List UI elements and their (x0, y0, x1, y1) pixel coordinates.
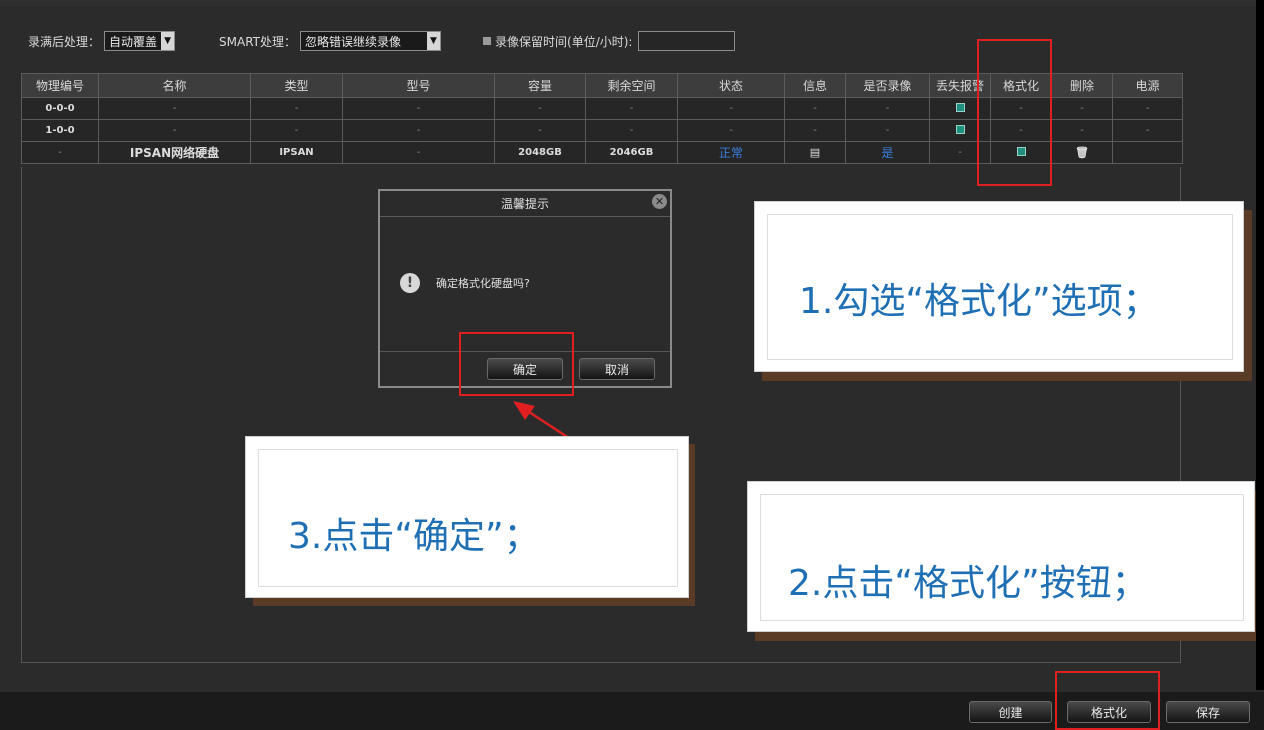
dialog-title: 温馨提示 (380, 191, 670, 217)
retain-checkbox[interactable] (483, 37, 492, 45)
col-physical-id: 物理编号 (21, 73, 99, 98)
cell-delete: - (1051, 97, 1113, 120)
cell-recording: - (845, 119, 930, 142)
cell-status: 正常 (677, 141, 785, 164)
cell-status: - (677, 97, 785, 120)
callout-text: 2.点击“格式化”按钮； (788, 563, 1148, 604)
col-name: 名称 (98, 73, 251, 98)
cell-delete: - (1051, 119, 1113, 142)
loss-alarm-checkbox[interactable] (955, 124, 965, 134)
cell-info[interactable]: ▤ (784, 141, 846, 164)
cell-type: IPSAN (250, 141, 343, 164)
dialog-message: 确定格式化硬盘吗? (436, 277, 530, 290)
col-model: 型号 (342, 73, 495, 98)
chevron-down-icon[interactable]: ▼ (161, 32, 175, 50)
cell-id: - (21, 141, 99, 164)
cell-name: - (98, 97, 251, 120)
cell-id: 1-0-0 (21, 119, 99, 142)
loss-alarm-checkbox[interactable] (955, 102, 965, 112)
col-power: 电源 (1112, 73, 1183, 98)
cell-id: 0-0-0 (21, 97, 99, 120)
create-button[interactable]: 创建 (969, 701, 1052, 723)
smart-label: SMART处理： (219, 34, 297, 49)
cell-power (1112, 141, 1183, 164)
chevron-down-icon[interactable]: ▼ (427, 32, 441, 50)
col-type: 类型 (250, 73, 343, 98)
file-icon[interactable]: ▤ (810, 146, 820, 159)
cell-info: - (784, 97, 846, 120)
save-button[interactable]: 保存 (1166, 701, 1250, 723)
settings-toolbar: 录满后处理： 自动覆盖 ▼ SMART处理： 忽略错误继续录像 ▼ 录像保留时间… (28, 30, 736, 52)
cell-type: - (250, 119, 343, 142)
retain-hours-input[interactable] (638, 31, 736, 51)
callout-text: 3.点击“确定”； (288, 516, 540, 557)
col-recording: 是否录像 (845, 73, 930, 98)
cell-free: - (585, 119, 678, 142)
trash-icon[interactable]: 🗑 (1075, 146, 1089, 159)
cell-capacity: 2048GB (494, 141, 586, 164)
cell-name: IPSAN网络硬盘 (98, 141, 251, 164)
col-status: 状态 (677, 73, 785, 98)
cell-capacity: - (494, 97, 586, 120)
col-free-space: 剩余空间 (585, 73, 678, 98)
cell-info: - (784, 119, 846, 142)
close-icon[interactable]: ✕ (652, 194, 667, 209)
col-capacity: 容量 (494, 73, 586, 98)
highlight-format-column (977, 39, 1052, 186)
dialog-cancel-button[interactable]: 取消 (579, 358, 655, 380)
cell-model: - (342, 119, 495, 142)
cell-delete[interactable]: 🗑 (1051, 141, 1113, 164)
cell-recording: 是 (845, 141, 930, 164)
col-delete: 删除 (1051, 73, 1113, 98)
cell-free: - (585, 97, 678, 120)
callout-step3: 3.点击“确定”； (245, 436, 689, 598)
warning-icon: ! (400, 273, 420, 293)
col-info: 信息 (784, 73, 846, 98)
cell-power: - (1112, 119, 1183, 142)
cell-model: - (342, 141, 495, 164)
record-full-value: 自动覆盖 (109, 34, 158, 49)
record-full-select[interactable]: 自动覆盖 ▼ (104, 31, 176, 51)
cell-recording: - (845, 97, 930, 120)
cell-status: - (677, 119, 785, 142)
smart-value: 忽略错误继续录像 (305, 34, 402, 49)
cell-capacity: - (494, 119, 586, 142)
cell-type: - (250, 97, 343, 120)
top-edge (0, 0, 1264, 6)
right-edge (1256, 0, 1264, 690)
callout-step2: 2.点击“格式化”按钮； (747, 481, 1255, 632)
record-full-label: 录满后处理： (28, 34, 101, 49)
smart-select[interactable]: 忽略错误继续录像 ▼ (300, 31, 442, 51)
cell-name: - (98, 119, 251, 142)
cell-power: - (1112, 97, 1183, 120)
highlight-format-button (1055, 671, 1160, 730)
cell-free: 2046GB (585, 141, 678, 164)
app-window: 录满后处理： 自动覆盖 ▼ SMART处理： 忽略错误继续录像 ▼ 录像保留时间… (0, 0, 1264, 730)
callout-step1: 1.勾选“格式化”选项； (754, 201, 1244, 372)
highlight-ok-button (459, 332, 574, 396)
retain-label: 录像保留时间(单位/小时): (495, 34, 633, 49)
cell-model: - (342, 97, 495, 120)
callout-text: 1.勾选“格式化”选项； (799, 281, 1159, 322)
